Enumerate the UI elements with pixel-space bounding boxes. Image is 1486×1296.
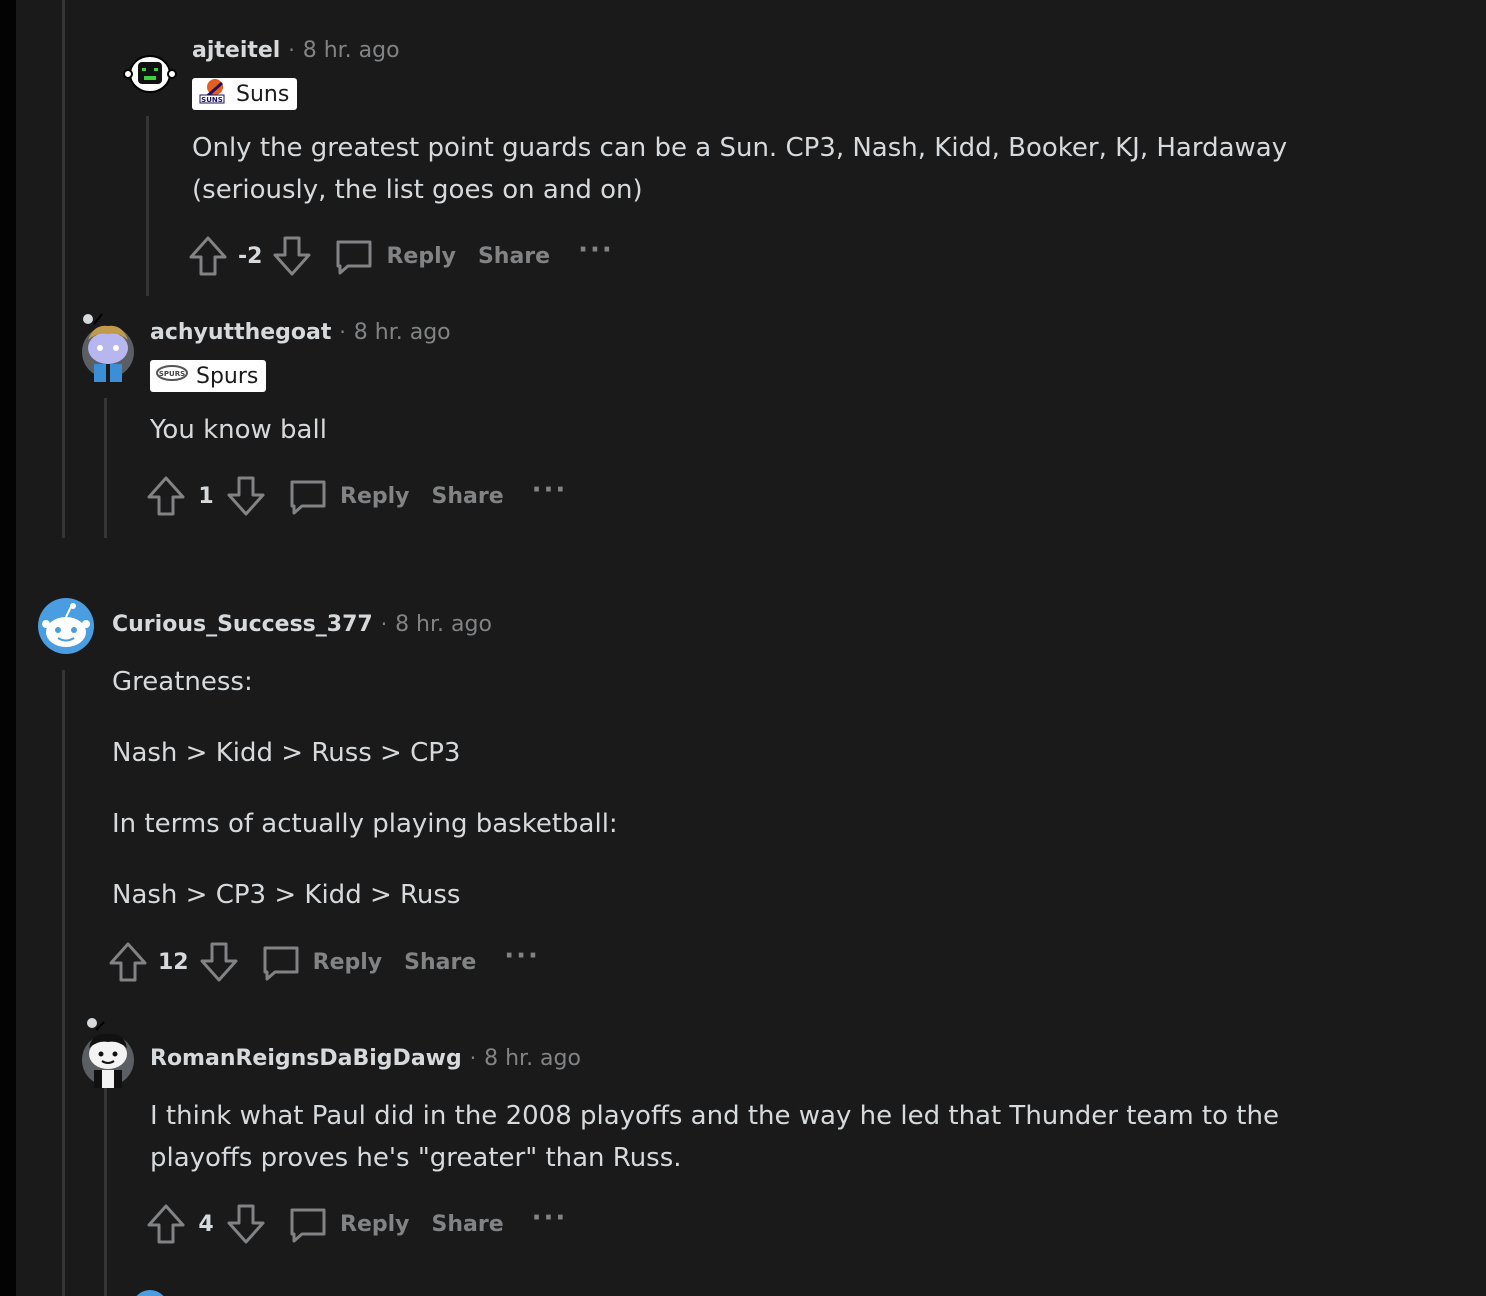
reply-label: Reply bbox=[340, 1211, 410, 1237]
timestamp[interactable]: 8 hr. ago bbox=[354, 320, 451, 345]
comment-paragraph: I think what Paul did in the 2008 playof… bbox=[150, 1101, 1279, 1173]
more-options-icon[interactable]: ··· bbox=[578, 235, 614, 265]
avatar[interactable] bbox=[80, 1016, 136, 1088]
reply-button[interactable]: Reply bbox=[334, 236, 456, 276]
avatar[interactable] bbox=[122, 44, 178, 100]
suns-logo-icon: SUNS bbox=[198, 77, 228, 111]
comment-paragraph: Greatness: bbox=[112, 667, 253, 697]
share-button[interactable]: Share bbox=[404, 950, 476, 975]
thread-line[interactable] bbox=[104, 398, 107, 538]
downvote-icon[interactable] bbox=[199, 941, 239, 983]
comment-paragraph: Nash > CP3 > Kidd > Russ bbox=[112, 880, 461, 910]
comment-body: I think what Paul did in the 2008 playof… bbox=[150, 1095, 1310, 1179]
username[interactable]: achyutthegoat bbox=[150, 320, 331, 345]
user-flair: SPURS Spurs bbox=[150, 360, 267, 392]
left-rail bbox=[0, 0, 16, 1296]
svg-text:SPURS: SPURS bbox=[159, 370, 185, 378]
comment-body: You know ball bbox=[150, 409, 1330, 451]
svg-text:SUNS: SUNS bbox=[201, 96, 223, 104]
reply-button[interactable]: Reply bbox=[288, 476, 410, 516]
username[interactable]: ajteitel bbox=[192, 38, 280, 63]
downvote-icon[interactable] bbox=[272, 235, 312, 277]
downvote-icon[interactable] bbox=[226, 1203, 266, 1245]
username[interactable]: Curious_Success_377 bbox=[112, 612, 373, 637]
comment-paragraph: Only the greatest point guards can be a … bbox=[192, 133, 1288, 205]
reply-button[interactable]: Reply bbox=[288, 1204, 410, 1244]
separator-dot: · bbox=[380, 612, 388, 636]
reply-label: Reply bbox=[386, 243, 456, 269]
share-label: Share bbox=[477, 243, 551, 269]
comment-actions: 1 Reply Share ··· bbox=[146, 474, 567, 518]
timestamp[interactable]: 8 hr. ago bbox=[484, 1046, 581, 1071]
upvote-icon[interactable] bbox=[108, 941, 148, 983]
thread-line[interactable] bbox=[146, 116, 149, 296]
avatar[interactable] bbox=[38, 598, 94, 654]
upvote-icon[interactable] bbox=[146, 475, 186, 517]
separator-dot: · bbox=[469, 1046, 477, 1070]
comment-body: Greatness: Nash > Kidd > Russ > CP3 In t… bbox=[112, 661, 1292, 916]
comment-paragraph: You know ball bbox=[150, 415, 327, 445]
share-label: Share bbox=[404, 949, 477, 975]
comment-bubble-icon bbox=[290, 480, 326, 515]
comment-bubble-icon bbox=[336, 240, 372, 275]
comment-paragraph: In terms of actually playing basketball: bbox=[112, 809, 618, 839]
reply-label: Reply bbox=[312, 949, 383, 975]
avatar-partial[interactable] bbox=[132, 1290, 168, 1296]
downvote-icon[interactable] bbox=[226, 475, 266, 517]
separator-dot: · bbox=[288, 38, 295, 62]
thread-line[interactable] bbox=[62, 0, 65, 538]
reply-button[interactable]: Reply bbox=[261, 942, 383, 982]
comment-body: Only the greatest point guards can be a … bbox=[192, 127, 1312, 211]
share-label: Share bbox=[431, 1211, 504, 1237]
vote-count: 4 bbox=[198, 1211, 214, 1237]
vote-count: 12 bbox=[158, 949, 189, 975]
thread-line[interactable] bbox=[104, 1078, 107, 1296]
vote-count: -2 bbox=[238, 243, 263, 269]
more-options-icon[interactable]: ··· bbox=[504, 941, 540, 971]
timestamp[interactable]: 8 hr. ago bbox=[303, 38, 400, 63]
reply-label: Reply bbox=[340, 483, 410, 509]
username[interactable]: RomanReignsDaBigDawg bbox=[150, 1046, 462, 1071]
thread-line[interactable] bbox=[62, 670, 65, 1296]
comment-actions: -2 Reply Share ··· bbox=[188, 234, 614, 278]
spurs-logo-icon: SPURS bbox=[156, 363, 188, 389]
comment-paragraph: Nash > Kidd > Russ > CP3 bbox=[112, 738, 461, 768]
share-button[interactable]: Share bbox=[432, 1212, 504, 1237]
comment-bubble-icon bbox=[290, 1208, 326, 1243]
more-options-icon[interactable]: ··· bbox=[532, 475, 568, 505]
timestamp[interactable]: 8 hr. ago bbox=[395, 612, 492, 637]
comment-actions: 4 Reply Share ··· bbox=[146, 1202, 567, 1246]
separator-dot: · bbox=[339, 320, 346, 344]
share-button[interactable]: Share bbox=[478, 244, 550, 269]
share-label: Share bbox=[431, 483, 504, 509]
flair-text: Spurs bbox=[196, 363, 259, 389]
flair-text: Suns bbox=[236, 81, 290, 107]
vote-count: 1 bbox=[198, 483, 214, 509]
more-options-icon[interactable]: ··· bbox=[532, 1203, 568, 1233]
comment-bubble-icon bbox=[263, 946, 299, 981]
share-button[interactable]: Share bbox=[432, 484, 504, 509]
upvote-icon[interactable] bbox=[146, 1203, 186, 1245]
user-flair: SUNS Suns bbox=[192, 77, 298, 111]
comment-actions: 12 Reply Share ··· bbox=[108, 940, 540, 984]
avatar[interactable] bbox=[80, 310, 136, 382]
upvote-icon[interactable] bbox=[188, 235, 228, 277]
